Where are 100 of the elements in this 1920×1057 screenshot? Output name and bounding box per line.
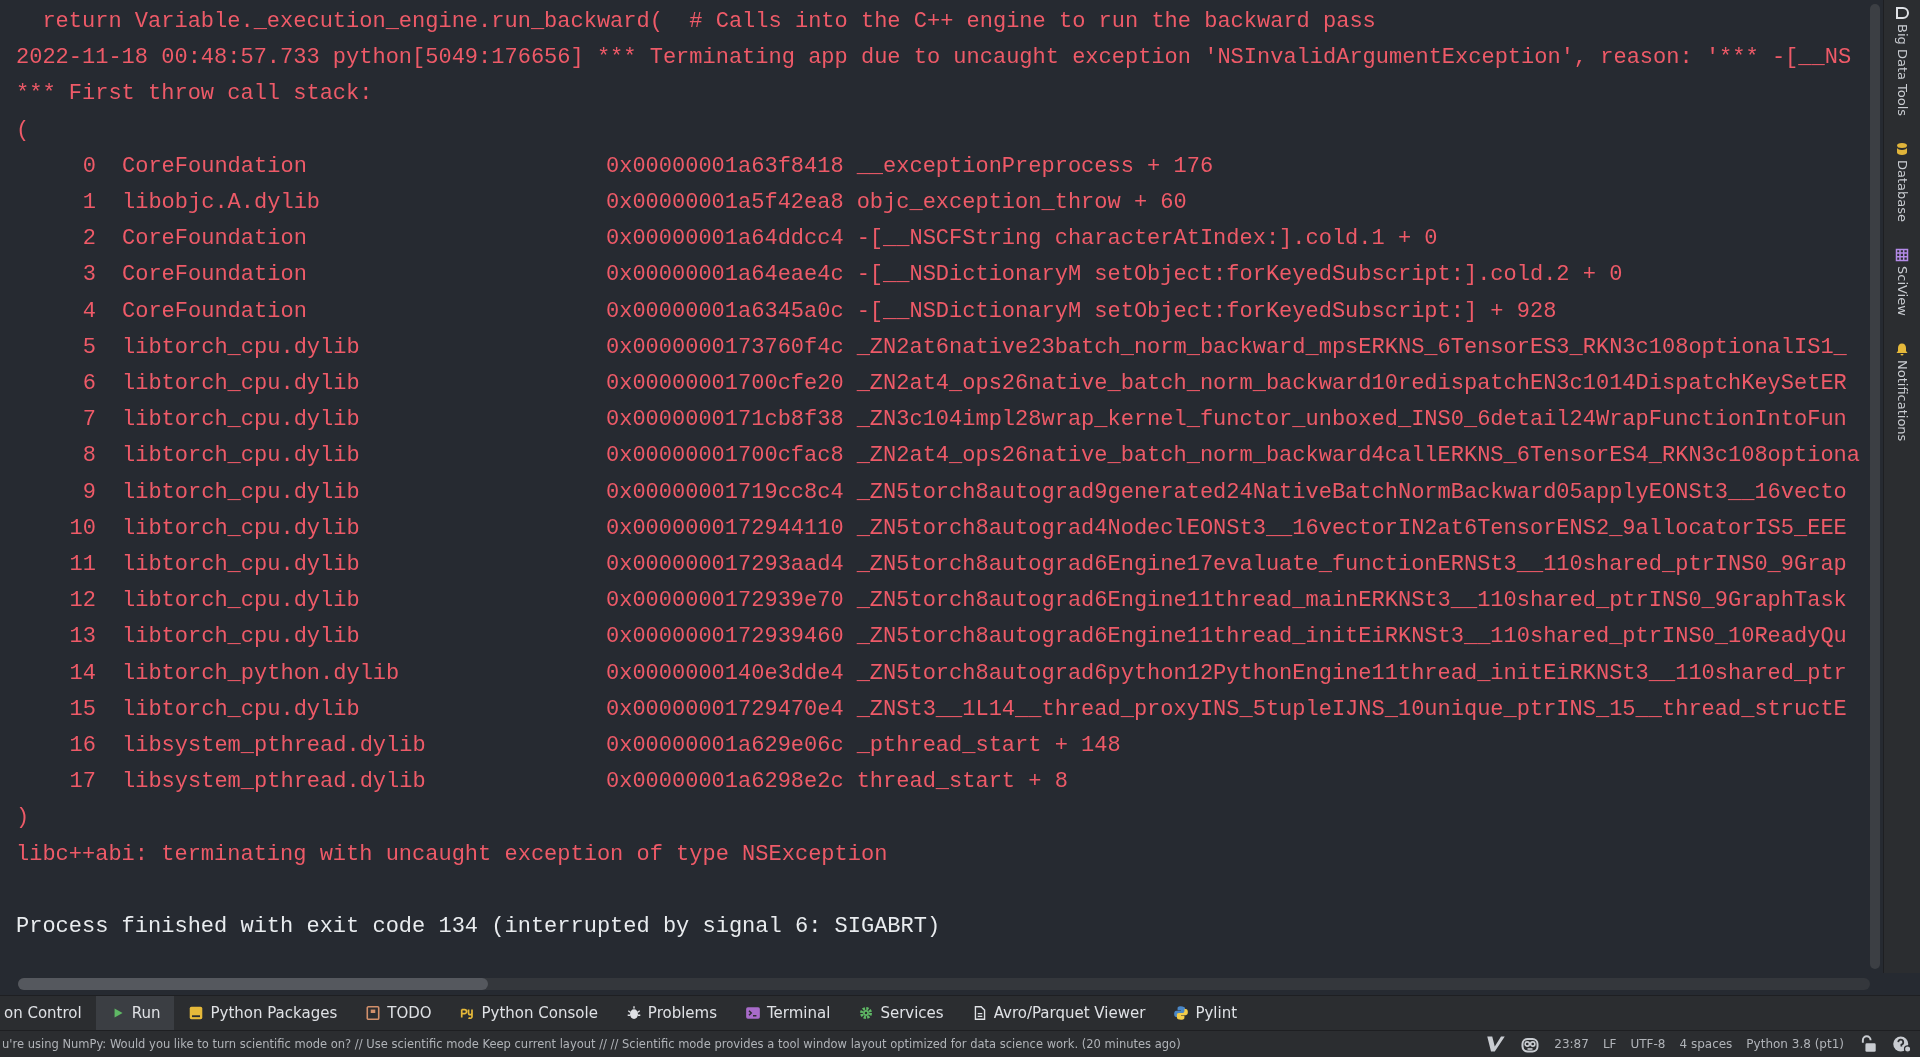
frame-library: libtorch_cpu.dylib [122,587,361,616]
tool-window-tab[interactable]: TODO [351,996,446,1030]
frame-index: 4 [81,297,97,326]
console-line: ( [16,116,31,145]
frame-library: libtorch_python.dylib [122,659,401,688]
help-icon[interactable] [1892,1035,1912,1053]
frame-symbol: -[__NSDictionaryM setObject:forKeyedSubscript:].cold.2 + 0 [855,261,1623,290]
tool-window-tab[interactable]: Services [844,996,958,1030]
frame-symbol: _ZN5torch8autograd6python12PythonEngine11thread_initEiRKNSt3__110shared_ptr [855,659,1847,688]
tool-window-tab[interactable]: Run [95,996,175,1030]
sidebar-tab[interactable]: SciView [1894,266,1910,317]
gear-icon [858,1005,875,1021]
status-item[interactable]: LF [1602,1037,1617,1051]
frame-symbol: _ZN5torch8autograd6Engine17evaluate_functionERNSt3__110shared_ptrINS0_9Grap [855,551,1847,580]
console-line: ) [16,804,31,833]
frame-symbol: _ZN2at4_ops26native_batch_norm_backward4callERKNS_6TensorES4_RKN3c108optiona [855,442,1860,471]
checklist-icon [365,1005,382,1021]
tool-window-tab[interactable]: Problems [611,996,731,1030]
frame-address: 0x00000001a6345a0c [606,297,844,326]
sidebar-tab[interactable]: Big Data Tools [1894,24,1910,117]
frame-symbol: _ZN3c104impl28wrap_kernel_functor_unboxed_INS0_6detail24WrapFunctionIntoFun [855,406,1847,435]
frame-symbol: _ZN2at6native23batch_norm_backward_mpsERKNS_6TensorES3_RKN3c108optionalIS1_ [855,333,1847,362]
frame-address: 0x0000000173760f4c [606,333,844,362]
frame-index: 2 [81,225,97,254]
sidebar-tab[interactable]: Database [1894,160,1910,223]
frame-symbol: -[__NSCFString characterAtIndex:].cold.1 + 0 [855,225,1438,254]
frame-symbol: _ZN5torch8autograd9generated24NativeBatchNormBackward05applyEONSt3__16vecto [855,478,1847,507]
tool-window-tab[interactable]: on Control [0,996,96,1030]
frame-symbol: thread_start + 8 [855,768,1068,797]
tool-window-tab[interactable]: Python Packages [174,996,352,1030]
frame-index: 10 [68,514,97,543]
frame-index: 12 [68,587,97,616]
status-item[interactable]: 23:87 [1554,1037,1589,1051]
frame-library: libtorch_cpu.dylib [122,442,361,471]
bell-icon [1895,342,1909,357]
frame-library: CoreFoundation [122,225,308,254]
v-shape-icon[interactable] [1486,1035,1507,1053]
tool-window-tab[interactable]: Avro/Parquet Viewer [957,996,1160,1030]
frame-library: libtorch_cpu.dylib [122,551,361,580]
console-line: return Variable._execution_engine.run_backward( # Calls into the C++ engine to run the backward pass [41,8,1377,36]
robot-icon[interactable] [1520,1035,1541,1053]
frame-address: 0x00000001a5f42ea8 [606,189,844,217]
console-line: 2022-11-18 00:48:57.733 python[5049:176656] *** Terminating app due to uncaught exception 'NSInvalidArgumentException', reason: '*** -[__NS [16,44,1853,73]
grid-icon [1895,248,1909,263]
frame-address: 0x00000001a64ddcc4 [606,225,844,254]
status-item[interactable]: UTF-8 [1630,1037,1666,1051]
frame-index: 6 [81,370,97,399]
status-message[interactable]: u're using NumPy: Would you like to turn scientific mode on? // Use scientific mode Keep current layout // // Scientific mode provides a tool window layout optimized for data science work. (20 minutes ago) [2,1037,1181,1051]
console-line: *** First throw call stack: [16,80,374,109]
frame-library: libtorch_cpu.dylib [122,406,361,435]
bug-icon [625,1005,642,1021]
frame-symbol: _ZN5torch8autograd6Engine11thread_initEiRKNSt3__110shared_ptrINS0_10ReadyQu [855,623,1847,652]
console-line: Process finished with exit code 134 (interrupted by signal 6: SIGABRT) [16,912,942,941]
frame-symbol: objc_exception_throw + 60 [855,189,1187,217]
frame-symbol: _ZN5torch8autograd4NodeclEONSt3__16vectorIN2at6TensorENS2_9allocatorIS5_EEE [855,514,1847,543]
status-item[interactable]: Python 3.8 (pt1) [1746,1037,1844,1051]
frame-index: 15 [68,695,97,724]
frame-library: libtorch_cpu.dylib [122,695,361,724]
frame-symbol: _ZN5torch8autograd6Engine11thread_mainERKNSt3__110shared_ptrINS0_9GraphTask [855,587,1847,616]
frame-library: libtorch_cpu.dylib [122,478,361,507]
frame-address: 0x0000000172939e70 [606,587,844,616]
frame-address: 0x00000001729470e4 [606,695,844,724]
frame-index: 13 [68,623,97,652]
frame-library: libsystem_pthread.dylib [122,732,427,761]
frame-address: 0x000000017293aad4 [606,551,844,580]
sidebar-tab[interactable]: Notifications [1894,360,1910,442]
frame-symbol: __exceptionPreprocess + 176 [855,152,1214,181]
frame-symbol: _pthread_start + 148 [855,732,1121,761]
frame-address: 0x00000001700cfe20 [606,370,844,399]
frame-library: libtorch_cpu.dylib [122,370,361,399]
tool-window-tab[interactable]: Terminal [731,996,845,1030]
frame-index: 14 [68,659,97,688]
status-item[interactable]: 4 spaces [1679,1037,1733,1051]
frame-index: 1 [81,189,97,217]
frame-address: 0x0000000172939460 [606,623,844,652]
frame-index: 17 [68,768,97,797]
frame-address: 0x00000001a6298e2c [606,768,844,797]
console-line: libc++abi: terminating with uncaught exception of type NSException [16,840,889,869]
frame-library: CoreFoundation [122,261,308,290]
package-icon [188,1005,205,1021]
tool-window-tab[interactable]: Pylint [1159,996,1252,1030]
frame-library: CoreFoundation [122,297,308,326]
frame-index: 7 [81,406,97,435]
frame-index: 16 [68,732,97,761]
frame-library: libsystem_pthread.dylib [122,768,427,797]
frame-address: 0x00000001a63f8418 [606,152,844,181]
frame-address: 0x00000001700cfac8 [606,442,844,471]
frame-address: 0x0000000171cb8f38 [606,406,844,435]
frame-index: 9 [81,478,97,507]
tool-window-tab[interactable]: Python Console [445,996,612,1030]
frame-symbol: -[__NSDictionaryM setObject:forKeyedSubscript:] + 928 [855,297,1557,326]
frame-index: 5 [81,333,97,362]
horizontal-scrollbar[interactable] [18,978,1870,990]
frame-symbol: _ZNSt3__1L14__thread_proxyINS_5tupleIJNS_10unique_ptrINS_15__thread_structE [855,695,1847,724]
frame-library: libobjc.A.dylib [122,189,322,217]
frame-address: 0x00000001a64eae4c [606,261,844,290]
terminal-icon [745,1005,761,1021]
frame-symbol: _ZN2at4_ops26native_batch_norm_backward10redispatchEN3c1014DispatchKeySetER [855,370,1847,399]
frame-index: 11 [68,551,97,580]
frame-library: CoreFoundation [122,152,308,181]
